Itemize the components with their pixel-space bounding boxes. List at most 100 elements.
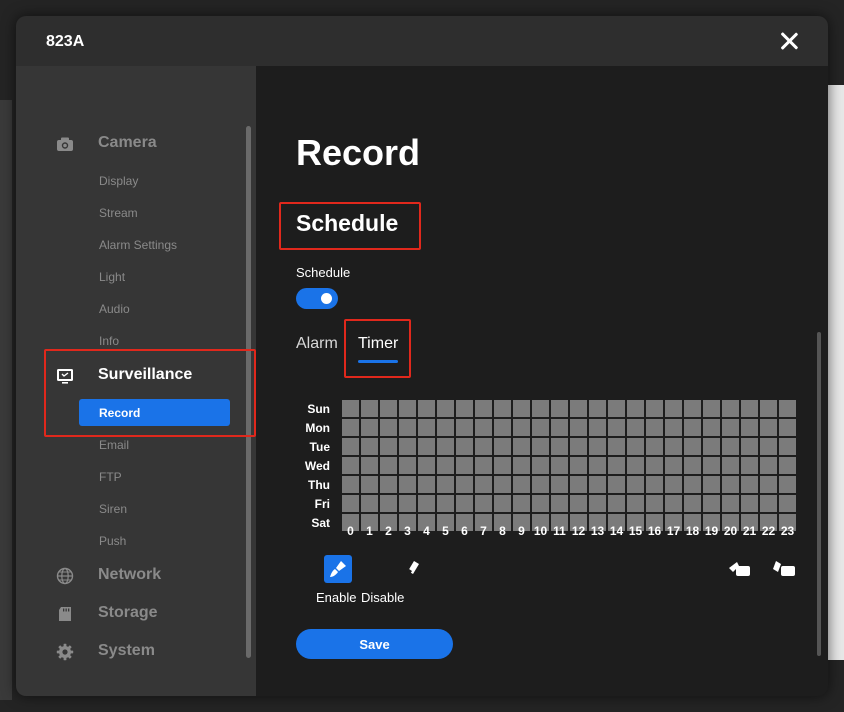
- schedule-cell[interactable]: [475, 400, 492, 417]
- schedule-cell[interactable]: [627, 476, 644, 493]
- sidebar-item-audio[interactable]: Audio: [99, 302, 130, 316]
- schedule-grid[interactable]: [342, 400, 797, 531]
- schedule-cell[interactable]: [475, 457, 492, 474]
- schedule-cell[interactable]: [418, 457, 435, 474]
- schedule-cell[interactable]: [665, 419, 682, 436]
- schedule-cell[interactable]: [399, 495, 416, 512]
- schedule-cell[interactable]: [570, 457, 587, 474]
- schedule-cell[interactable]: [361, 438, 378, 455]
- schedule-cell[interactable]: [570, 438, 587, 455]
- schedule-cell[interactable]: [779, 438, 796, 455]
- schedule-cell[interactable]: [380, 495, 397, 512]
- schedule-cell[interactable]: [456, 476, 473, 493]
- schedule-cell[interactable]: [361, 419, 378, 436]
- schedule-cell[interactable]: [361, 476, 378, 493]
- schedule-cell[interactable]: [532, 476, 549, 493]
- schedule-cell[interactable]: [741, 495, 758, 512]
- schedule-cell[interactable]: [684, 400, 701, 417]
- schedule-cell[interactable]: [342, 400, 359, 417]
- schedule-cell[interactable]: [475, 438, 492, 455]
- schedule-toggle[interactable]: [296, 288, 338, 309]
- schedule-cell[interactable]: [741, 400, 758, 417]
- schedule-cell[interactable]: [589, 400, 606, 417]
- sidebar-item-ftp[interactable]: FTP: [99, 470, 122, 484]
- schedule-cell[interactable]: [608, 419, 625, 436]
- sidebar-item-display[interactable]: Display: [99, 174, 138, 188]
- schedule-cell[interactable]: [703, 400, 720, 417]
- schedule-cell[interactable]: [608, 438, 625, 455]
- schedule-cell[interactable]: [646, 476, 663, 493]
- schedule-cell[interactable]: [570, 400, 587, 417]
- schedule-cell[interactable]: [361, 400, 378, 417]
- schedule-cell[interactable]: [627, 419, 644, 436]
- schedule-cell[interactable]: [722, 400, 739, 417]
- schedule-cell[interactable]: [418, 419, 435, 436]
- sidebar-item-stream[interactable]: Stream: [99, 206, 138, 220]
- schedule-cell[interactable]: [722, 438, 739, 455]
- schedule-cell[interactable]: [589, 438, 606, 455]
- schedule-cell[interactable]: [665, 495, 682, 512]
- schedule-cell[interactable]: [551, 438, 568, 455]
- schedule-cell[interactable]: [437, 438, 454, 455]
- select-all-brush-button[interactable]: [725, 555, 755, 583]
- sidebar-section-network[interactable]: Network: [16, 563, 236, 589]
- schedule-cell[interactable]: [703, 419, 720, 436]
- schedule-cell[interactable]: [513, 400, 530, 417]
- schedule-cell[interactable]: [513, 457, 530, 474]
- schedule-cell[interactable]: [513, 438, 530, 455]
- disable-eraser-button[interactable]: [399, 555, 427, 583]
- schedule-cell[interactable]: [437, 495, 454, 512]
- schedule-cell[interactable]: [570, 419, 587, 436]
- schedule-cell[interactable]: [570, 476, 587, 493]
- schedule-cell[interactable]: [494, 476, 511, 493]
- schedule-cell[interactable]: [608, 495, 625, 512]
- schedule-cell[interactable]: [513, 495, 530, 512]
- schedule-cell[interactable]: [684, 457, 701, 474]
- schedule-cell[interactable]: [513, 476, 530, 493]
- schedule-cell[interactable]: [380, 476, 397, 493]
- schedule-cell[interactable]: [342, 476, 359, 493]
- schedule-cell[interactable]: [608, 476, 625, 493]
- schedule-cell[interactable]: [741, 419, 758, 436]
- schedule-cell[interactable]: [665, 438, 682, 455]
- schedule-cell[interactable]: [551, 400, 568, 417]
- sidebar-item-push[interactable]: Push: [99, 534, 126, 548]
- schedule-cell[interactable]: [456, 419, 473, 436]
- schedule-cell[interactable]: [589, 476, 606, 493]
- schedule-cell[interactable]: [741, 476, 758, 493]
- schedule-cell[interactable]: [399, 419, 416, 436]
- schedule-cell[interactable]: [551, 495, 568, 512]
- schedule-cell[interactable]: [342, 495, 359, 512]
- schedule-cell[interactable]: [380, 400, 397, 417]
- schedule-cell[interactable]: [456, 438, 473, 455]
- schedule-cell[interactable]: [380, 438, 397, 455]
- schedule-cell[interactable]: [361, 495, 378, 512]
- schedule-cell[interactable]: [494, 495, 511, 512]
- schedule-cell[interactable]: [342, 419, 359, 436]
- schedule-cell[interactable]: [589, 495, 606, 512]
- schedule-cell[interactable]: [589, 419, 606, 436]
- sidebar-section-camera[interactable]: Camera: [16, 131, 236, 157]
- schedule-cell[interactable]: [380, 419, 397, 436]
- sidebar-item-info[interactable]: Info: [99, 334, 119, 348]
- schedule-cell[interactable]: [437, 419, 454, 436]
- schedule-cell[interactable]: [475, 495, 492, 512]
- schedule-cell[interactable]: [665, 400, 682, 417]
- schedule-cell[interactable]: [532, 400, 549, 417]
- schedule-cell[interactable]: [437, 476, 454, 493]
- schedule-cell[interactable]: [646, 457, 663, 474]
- schedule-cell[interactable]: [646, 495, 663, 512]
- schedule-cell[interactable]: [779, 476, 796, 493]
- schedule-cell[interactable]: [532, 495, 549, 512]
- schedule-cell[interactable]: [532, 419, 549, 436]
- schedule-cell[interactable]: [646, 400, 663, 417]
- schedule-cell[interactable]: [722, 457, 739, 474]
- schedule-cell[interactable]: [684, 476, 701, 493]
- schedule-cell[interactable]: [342, 457, 359, 474]
- schedule-cell[interactable]: [779, 419, 796, 436]
- schedule-cell[interactable]: [494, 400, 511, 417]
- schedule-cell[interactable]: [703, 495, 720, 512]
- sidebar-item-alarm-settings[interactable]: Alarm Settings: [99, 238, 177, 252]
- schedule-cell[interactable]: [418, 438, 435, 455]
- sidebar-item-email[interactable]: Email: [99, 438, 129, 452]
